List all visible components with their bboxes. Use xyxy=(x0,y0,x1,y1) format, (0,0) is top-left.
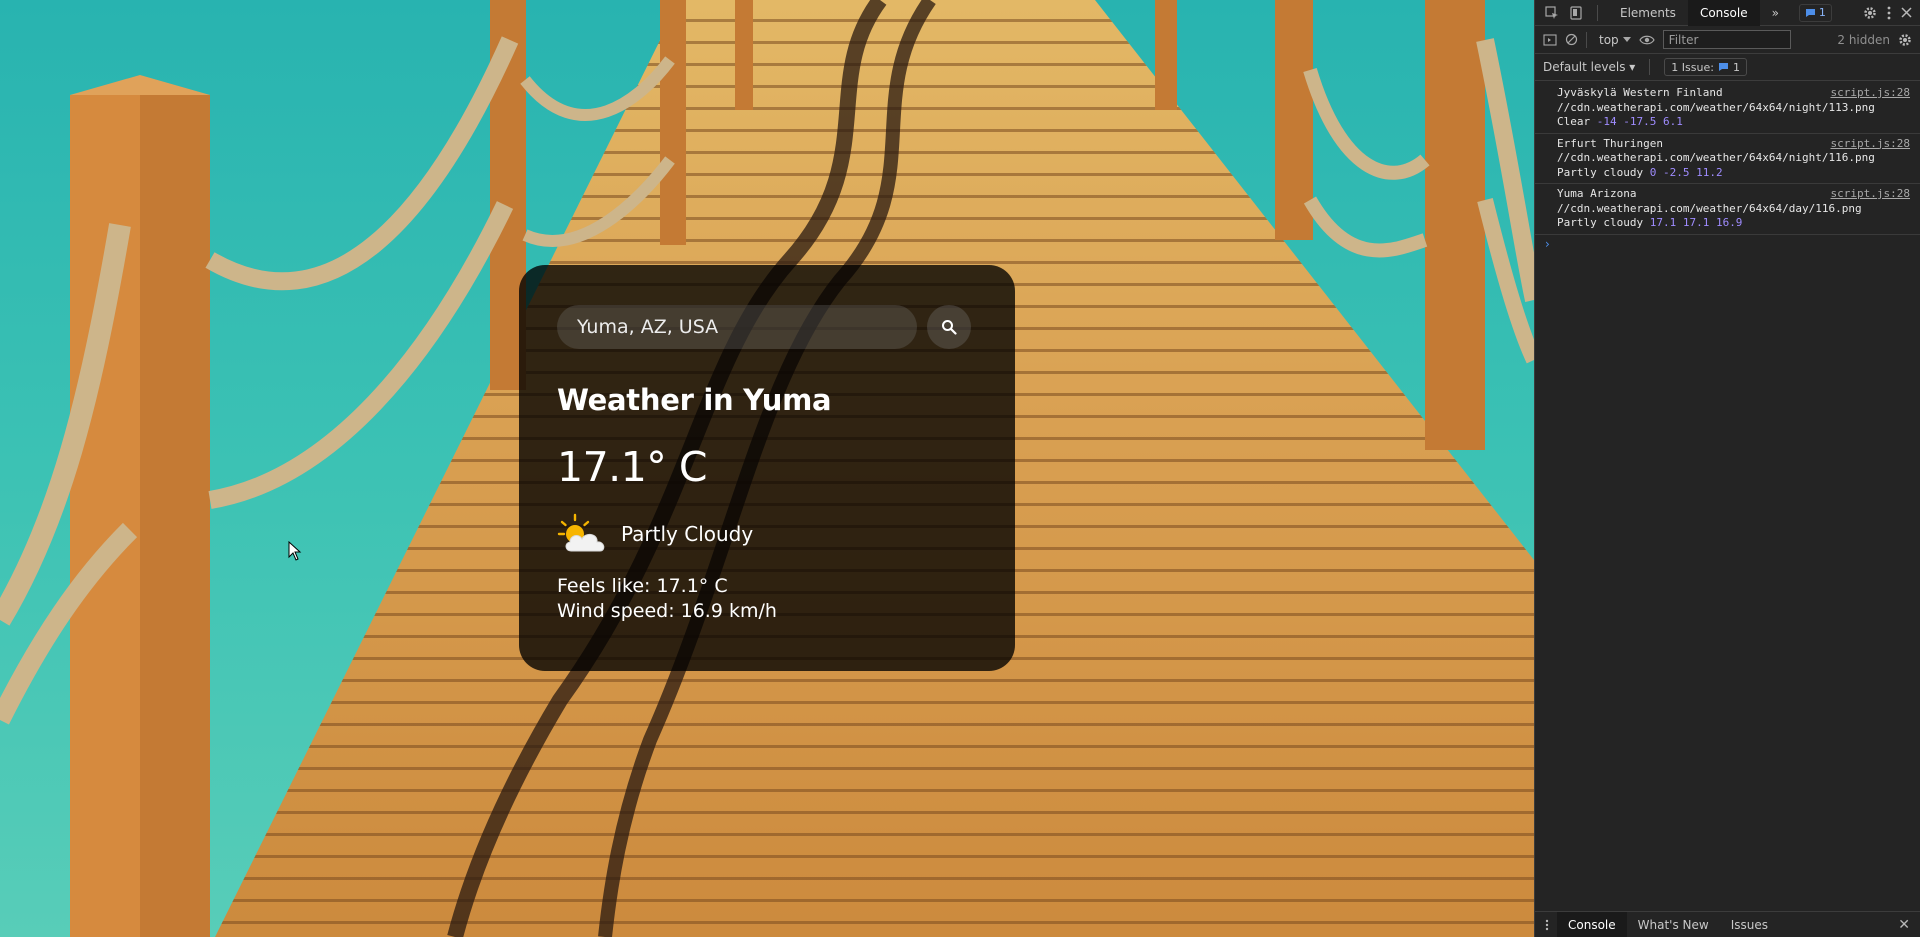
devtools-panel: Elements Console » 1 top 2 hidden Defaul… xyxy=(1534,0,1920,937)
levels-divider xyxy=(1649,59,1651,75)
message-text: Partly cloudy xyxy=(1557,165,1644,179)
close-icon[interactable] xyxy=(1901,7,1912,18)
settings-gear-icon[interactable] xyxy=(1863,6,1877,20)
console-settings-gear-icon[interactable] xyxy=(1898,33,1912,47)
inspect-element-icon[interactable] xyxy=(1543,4,1561,22)
drawer-tab-console[interactable]: Console xyxy=(1557,911,1627,937)
condition-text: Partly Cloudy xyxy=(621,522,754,546)
clear-console-icon[interactable] xyxy=(1565,33,1578,46)
source-link[interactable]: script.js:28 xyxy=(1831,137,1910,152)
message-icon xyxy=(1718,63,1728,71)
message-line: //cdn.weatherapi.com/weather/64x64/night… xyxy=(1557,100,1875,114)
message-text: Clear xyxy=(1557,115,1591,128)
toolbar-divider xyxy=(1586,31,1587,48)
feels-like: Feels like: 17.1° C xyxy=(557,575,728,597)
weather-card: Weather in Yuma 17.1° C Partly Cloudy Fe… xyxy=(519,265,1015,671)
devtools-actions xyxy=(1863,6,1920,20)
search-button[interactable] xyxy=(927,305,971,349)
more-options-icon[interactable] xyxy=(1887,6,1891,20)
weather-app-page: Weather in Yuma 17.1° C Partly Cloudy Fe… xyxy=(0,0,1534,937)
issues-label: 1 Issue: xyxy=(1671,60,1714,74)
log-levels-dropdown[interactable]: Default levels ▾ xyxy=(1543,60,1635,74)
more-tabs-button[interactable]: » xyxy=(1760,0,1791,26)
devtools-tabbar: Elements Console » 1 xyxy=(1535,0,1920,26)
devtools-drawer: Console What's New Issues ✕ xyxy=(1535,911,1920,937)
console-toolbar: top 2 hidden xyxy=(1535,26,1920,54)
drawer-menu-icon[interactable] xyxy=(1545,919,1549,931)
message-numbers: 0 -2.5 11.2 xyxy=(1649,165,1723,179)
context-selector[interactable]: top xyxy=(1599,33,1631,47)
tab-elements[interactable]: Elements xyxy=(1608,0,1688,26)
console-message: script.js:28 Jyväskylä Western Finland /… xyxy=(1535,83,1920,134)
source-link[interactable]: script.js:28 xyxy=(1831,187,1910,202)
wind-speed: Wind speed: 16.9 km/h xyxy=(557,600,777,622)
filter-input[interactable] xyxy=(1662,30,1791,49)
message-line: //cdn.weatherapi.com/weather/64x64/night… xyxy=(1557,151,1875,164)
console-message: script.js:28 Erfurt Thuringen //cdn.weat… xyxy=(1535,134,1920,184)
console-output: script.js:28 Jyväskylä Western Finland /… xyxy=(1535,81,1920,251)
log-levels-bar: Default levels ▾ 1 Issue: 1 xyxy=(1535,54,1920,81)
message-text: Partly cloudy xyxy=(1557,216,1644,229)
message-numbers: -14 -17.5 6.1 xyxy=(1596,115,1683,128)
issues-badge-count: 1 xyxy=(1818,6,1826,19)
search-icon xyxy=(942,320,957,335)
log-levels-label: Default levels xyxy=(1543,60,1626,74)
context-label: top xyxy=(1599,32,1619,47)
message-line: //cdn.weatherapi.com/weather/64x64/day/1… xyxy=(1557,201,1862,215)
console-prompt[interactable]: › xyxy=(1535,235,1920,251)
issues-button[interactable]: 1 Issue: 1 xyxy=(1664,58,1747,76)
source-link[interactable]: script.js:28 xyxy=(1831,86,1910,101)
sidebar-toggle-icon[interactable] xyxy=(1543,33,1557,46)
drawer-close-icon[interactable]: ✕ xyxy=(1898,917,1920,933)
chevron-down-icon xyxy=(1622,36,1631,42)
console-message: script.js:28 Yuma Arizona //cdn.weathera… xyxy=(1535,184,1920,235)
partly-cloudy-icon xyxy=(557,513,605,552)
device-toolbar-icon[interactable] xyxy=(1567,4,1585,22)
issues-badge[interactable]: 1 xyxy=(1798,3,1832,22)
eye-icon[interactable] xyxy=(1638,35,1655,45)
tab-divider xyxy=(1597,4,1598,21)
issues-count: 1 xyxy=(1732,60,1740,74)
message-numbers: 17.1 17.1 16.9 xyxy=(1649,216,1743,229)
search-bar xyxy=(557,305,977,349)
mouse-cursor-icon xyxy=(288,541,302,561)
message-icon xyxy=(1805,8,1815,17)
search-input[interactable] xyxy=(557,305,917,349)
condition-row: Partly Cloudy xyxy=(557,513,977,555)
drawer-tab-issues[interactable]: Issues xyxy=(1720,912,1779,937)
hidden-messages-count: 2 hidden xyxy=(1837,32,1890,47)
city-title: Weather in Yuma xyxy=(557,383,832,417)
temperature: 17.1° C xyxy=(557,443,707,491)
tab-console[interactable]: Console xyxy=(1687,0,1760,26)
drawer-tab-whats-new[interactable]: What's New xyxy=(1627,912,1720,937)
